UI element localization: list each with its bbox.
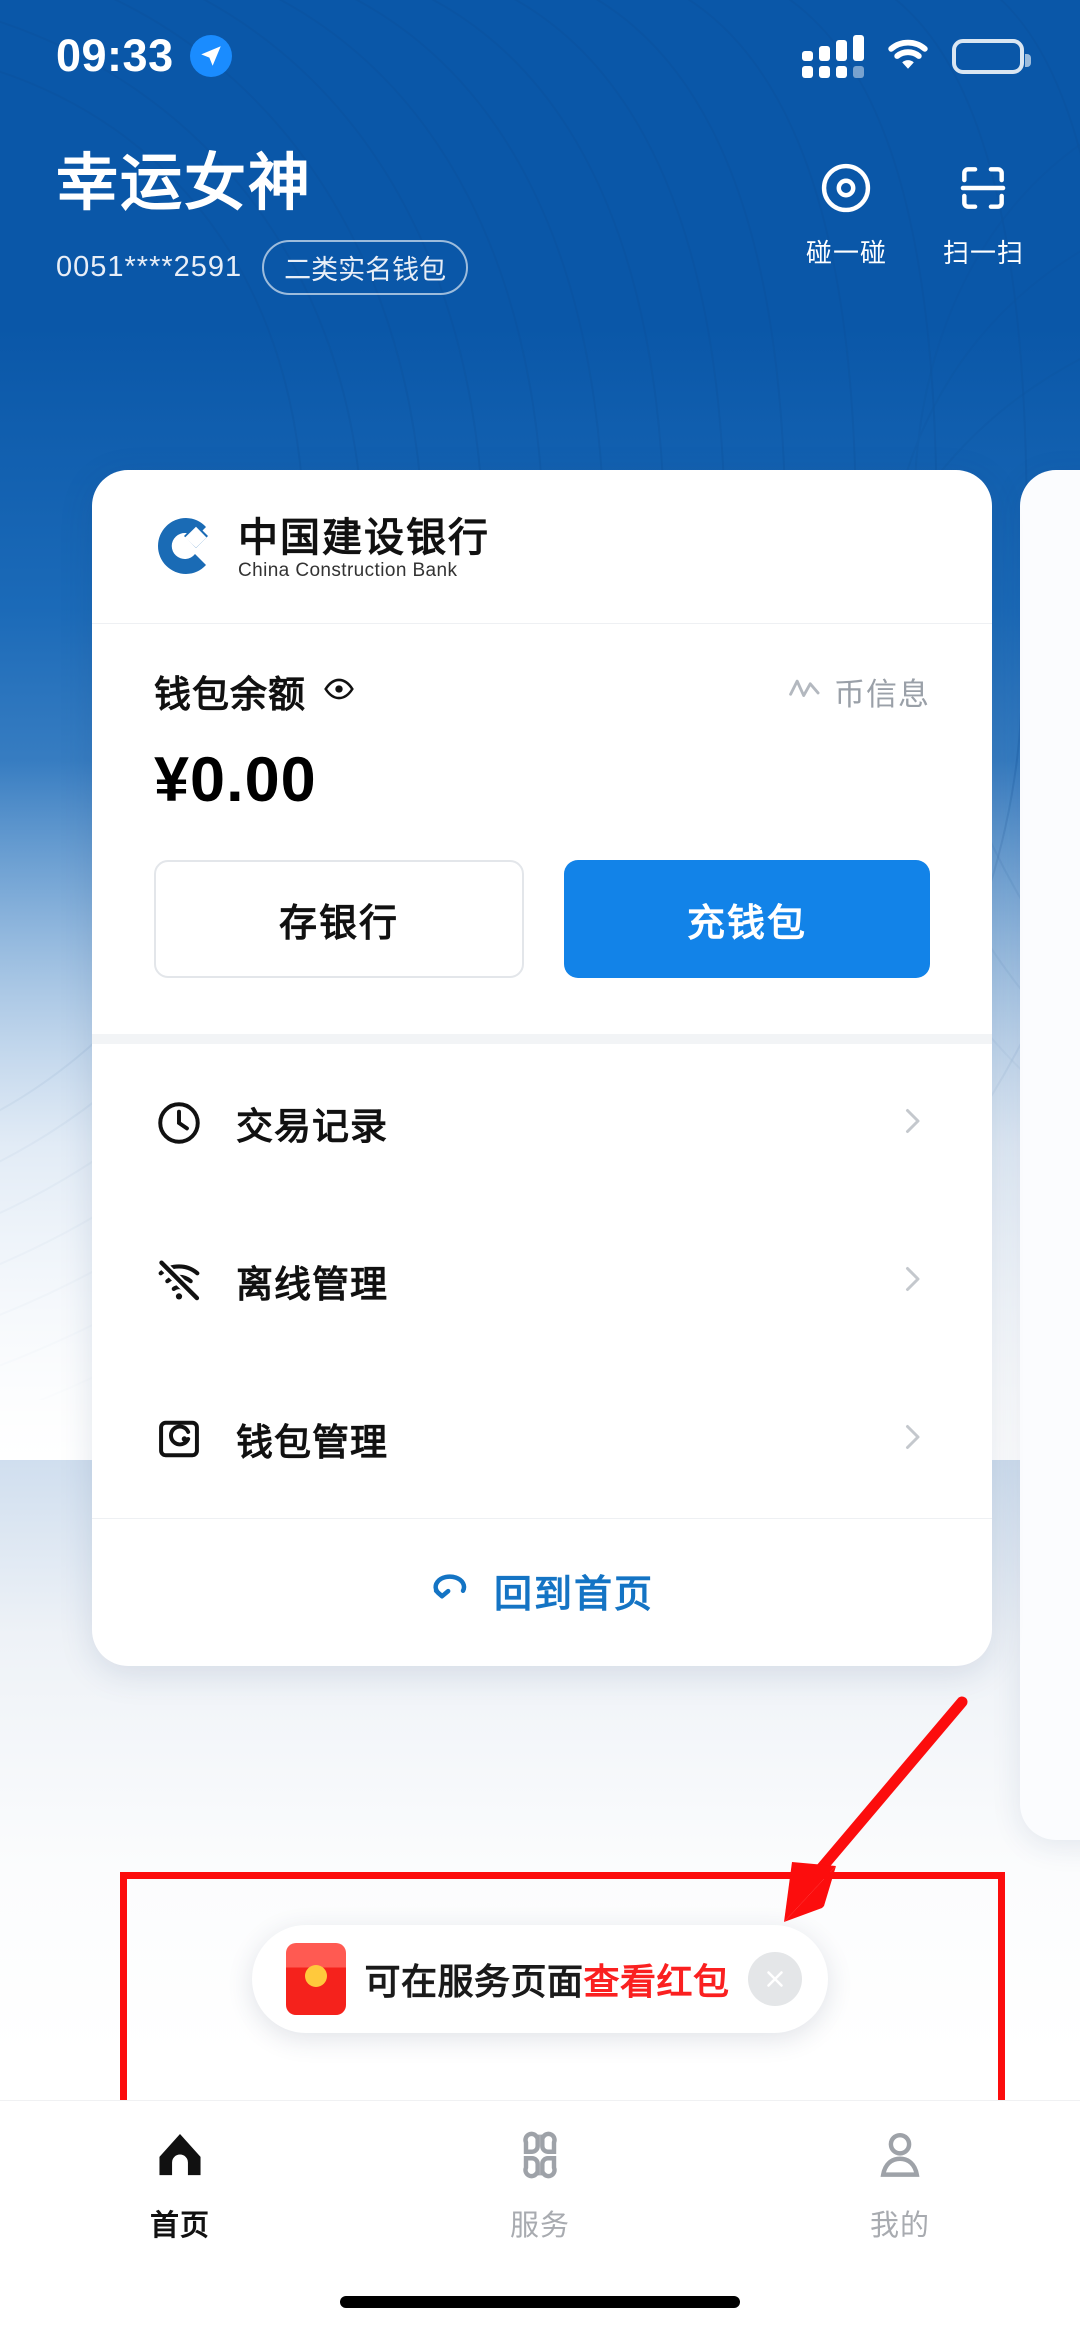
toast-text-plain: 可在服务页面: [364, 1961, 584, 2002]
back-to-home-label: 回到首页: [493, 1574, 654, 1616]
trend-line-icon: [788, 676, 822, 707]
bank-name-cn: 中国建设银行: [238, 515, 490, 560]
coin-info-button[interactable]: 币信息: [788, 669, 930, 714]
chevron-right-icon: [894, 1103, 930, 1144]
scan-qr-icon: [955, 160, 1011, 221]
eye-icon[interactable]: [322, 672, 356, 711]
toast-text-highlight: 查看红包: [583, 1961, 730, 2002]
balance-block: 钱包余额 币信息 ¥0.00: [92, 624, 992, 816]
menu-item-label: 离线管理: [236, 1264, 388, 1305]
wallet-icon: [154, 1414, 216, 1464]
top-up-wallet-button[interactable]: 充钱包: [564, 860, 930, 978]
bank-name-block: 中国建设银行 China Construction Bank: [238, 518, 490, 580]
toast-area: 可在服务页面查看红包: [0, 1925, 1080, 2033]
tab-profile-label: 我的: [869, 2210, 930, 2242]
account-type-badge: 二类实名钱包: [262, 240, 469, 296]
tap-nfc-button[interactable]: 碰一碰: [806, 160, 887, 270]
menu-item-label: 钱包管理: [236, 1422, 388, 1463]
balance-label: 钱包余额: [154, 674, 306, 715]
close-icon[interactable]: [747, 1952, 802, 2006]
cellular-signal-icon: [802, 34, 864, 78]
toast-message: 可在服务页面查看红包: [364, 1953, 729, 2005]
wallet-identity: 幸运女神 0051****2591 二类实名钱包: [56, 149, 469, 296]
scan-qr-button[interactable]: 扫一扫: [943, 160, 1024, 270]
return-arrow-icon: [430, 1569, 476, 1612]
person-icon: [872, 2127, 928, 2188]
red-packet-toast[interactable]: 可在服务页面查看红包: [252, 1925, 828, 2033]
menu-item-transactions[interactable]: 交易记录: [154, 1044, 930, 1202]
location-arrow-icon: [189, 35, 232, 77]
home-icon: [152, 2127, 208, 2188]
account-number: 0051****2591: [56, 251, 243, 284]
tab-services-label: 服务: [509, 2210, 570, 2242]
menu-item-offline[interactable]: 离线管理: [154, 1202, 930, 1360]
back-to-home-row: 回到首页: [92, 1518, 992, 1666]
clock-icon: [154, 1098, 216, 1148]
wallet-card: 中国建设银行 China Construction Bank 钱包余额 币信息 …: [92, 470, 992, 1666]
wallet-header: 幸运女神 0051****2591 二类实名钱包 碰一碰 扫一扫: [0, 149, 1080, 296]
wifi-off-icon: [154, 1256, 216, 1306]
status-bar-clock: 09:33: [56, 30, 174, 81]
scan-qr-label: 扫一扫: [942, 238, 1024, 268]
balance-label-group[interactable]: 钱包余额: [154, 664, 356, 718]
red-packet-icon: [286, 1943, 347, 2015]
coin-info-label: 币信息: [834, 676, 930, 712]
wifi-icon: [884, 36, 932, 77]
chevron-right-icon: [894, 1419, 930, 1460]
battery-icon: [952, 38, 1031, 74]
balance-amount: ¥0.00: [154, 745, 317, 815]
account-row: 0051****2591 二类实名钱包: [56, 240, 469, 296]
bank-logo-block: 中国建设银行 China Construction Bank: [92, 470, 992, 624]
balance-header: 钱包余额 币信息: [154, 664, 930, 718]
bank-name-en: China Construction Bank: [238, 559, 458, 581]
wallet-action-buttons: 存银行 充钱包: [92, 816, 992, 1034]
wallet-card-carousel: 中国建设银行 China Construction Bank 钱包余额 币信息 …: [0, 470, 1080, 1870]
header-actions: 碰一碰 扫一扫: [806, 150, 1024, 270]
chevron-right-icon: [894, 1261, 930, 1302]
page-title: 幸运女神: [56, 149, 313, 218]
ccb-logo-icon: [154, 514, 218, 583]
bank-logo-row: 中国建设银行 China Construction Bank: [154, 514, 930, 583]
next-wallet-card-peek[interactable]: [1020, 470, 1080, 1840]
home-indicator: [340, 2296, 740, 2308]
back-to-home-button[interactable]: 回到首页: [430, 1563, 654, 1618]
grid-services-icon: [512, 2127, 568, 2188]
wallet-menu-list: 交易记录 离线管理 钱包管理: [92, 1044, 992, 1518]
menu-item-wallet-management[interactable]: 钱包管理: [154, 1360, 930, 1518]
save-to-bank-button[interactable]: 存银行: [154, 860, 524, 978]
status-bar-right: [802, 34, 1031, 78]
tab-profile[interactable]: 我的: [720, 2127, 1080, 2244]
tab-services[interactable]: 服务: [360, 2127, 720, 2244]
tab-home-label: 首页: [149, 2210, 210, 2242]
menu-item-label: 交易记录: [236, 1106, 388, 1147]
status-bar: 09:33: [0, 0, 1080, 112]
card-divider: [92, 1034, 992, 1044]
tap-nfc-label: 碰一碰: [805, 238, 887, 268]
status-bar-left: 09:33: [56, 30, 232, 82]
tab-home[interactable]: 首页: [0, 2127, 360, 2244]
tap-nfc-icon: [818, 160, 874, 221]
